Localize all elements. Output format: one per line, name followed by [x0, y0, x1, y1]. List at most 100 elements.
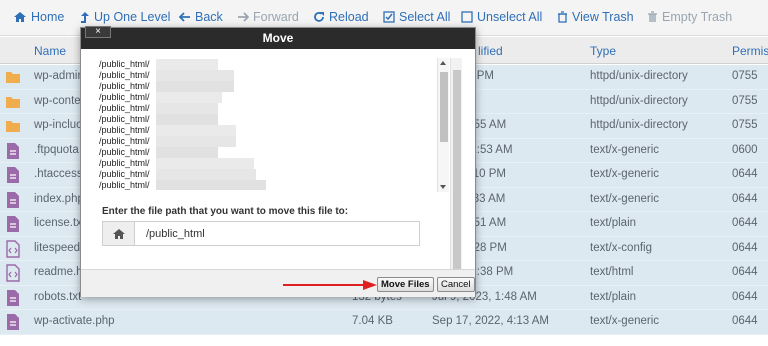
tree-item[interactable]: /public_html/	[99, 136, 451, 147]
tree-item[interactable]: /public_html/	[99, 114, 451, 125]
file-permissions: 0644	[732, 266, 758, 278]
file-permissions: 0600	[732, 143, 758, 156]
destination-path-input[interactable]	[136, 222, 419, 245]
tree-item[interactable]: /public_html/	[99, 125, 451, 136]
tree-item-label: /public_html/	[99, 81, 150, 91]
home-button[interactable]: Home	[13, 10, 64, 24]
file-icon	[7, 142, 19, 159]
tree-item[interactable]: /public_html/	[99, 59, 451, 70]
dialog-footer: Move Files Cancel	[81, 269, 475, 297]
scroll-down-icon[interactable]	[440, 185, 446, 189]
file-permissions: 0644	[732, 241, 758, 254]
trash-icon	[648, 11, 657, 22]
tree-item-label: /public_html/	[99, 103, 150, 113]
tree-item[interactable]: /public_html/	[99, 169, 451, 180]
select-all-button[interactable]: Select All	[383, 10, 450, 24]
cancel-button[interactable]: Cancel	[437, 277, 475, 292]
file-name: readme.h	[34, 266, 83, 278]
folder-icon	[6, 96, 20, 108]
dialog-scrollbar[interactable]	[450, 58, 462, 286]
file-permissions: 0644	[732, 315, 758, 327]
redacted-block	[156, 169, 256, 180]
table-row[interactable]: wp-activate.php 7.04 KB Sep 17, 2022, 4:13…	[0, 310, 768, 335]
redacted-block	[156, 103, 218, 114]
path-input-group	[102, 221, 420, 246]
empty-trash-button[interactable]: Empty Trash	[647, 10, 732, 24]
home-icon	[14, 12, 26, 22]
tree-item[interactable]: /public_html/	[99, 92, 451, 103]
tree-item-label: /public_html/	[99, 147, 150, 157]
file-name: wp-incluc	[34, 119, 82, 131]
file-permissions: 0755	[732, 70, 758, 82]
dialog-header: Move ×	[81, 26, 475, 49]
tree-item[interactable]: /public_html/	[99, 180, 451, 190]
file-type: text/plain	[590, 290, 637, 303]
tree-scrollbar[interactable]	[437, 58, 449, 192]
move-dialog: Move × /public_html//public_html//public…	[80, 26, 476, 297]
select-all-label: Select All	[399, 10, 451, 24]
arrow-left-icon	[179, 12, 190, 22]
arrow-right-icon	[238, 12, 249, 22]
code-file-icon	[6, 239, 20, 258]
file-icon	[7, 167, 19, 183]
view-trash-button[interactable]: View Trash	[557, 10, 634, 24]
file-name: wp-conte	[34, 94, 81, 107]
file-type: text/x-generic	[590, 168, 660, 180]
file-name: .htaccess	[34, 168, 83, 180]
level-up-icon	[81, 11, 89, 23]
file-type: httpd/unix-directory	[590, 70, 688, 82]
trash-icon	[558, 11, 567, 23]
tree-item[interactable]: /public_html/	[99, 147, 451, 158]
checkbox-checked-icon	[383, 11, 395, 23]
unselect-all-button[interactable]: Unselect All	[461, 10, 542, 24]
dialog-scroll-thumb[interactable]	[453, 70, 461, 270]
up-one-level-label: Up One Level	[94, 10, 171, 24]
column-header-modified[interactable]: lified	[478, 44, 503, 58]
forward-label: Forward	[253, 10, 299, 24]
file-type: text/x-generic	[590, 315, 660, 327]
file-modified: Sep 17, 2022, 4:13 AM	[432, 315, 550, 327]
redacted-block	[156, 158, 254, 169]
file-icon	[7, 314, 19, 330]
file-type: text/html	[590, 266, 634, 278]
forward-button[interactable]: Forward	[237, 10, 299, 24]
directory-tree[interactable]: /public_html//public_html//public_html//…	[99, 59, 451, 190]
close-button[interactable]: ×	[85, 26, 111, 38]
tree-scroll-thumb[interactable]	[440, 72, 448, 142]
tree-item-label: /public_html/	[99, 125, 150, 135]
tree-item[interactable]: /public_html/	[99, 158, 451, 169]
path-prompt: Enter the file path that you want to mov…	[102, 206, 349, 217]
annotation-arrow-icon	[283, 280, 377, 290]
up-one-level-button[interactable]: Up One Level	[80, 10, 170, 24]
file-icon	[7, 216, 19, 232]
redacted-block	[156, 92, 222, 103]
column-header-permissions[interactable]: Permis	[732, 44, 768, 58]
file-icon	[7, 289, 19, 306]
folder-icon	[6, 121, 20, 132]
move-files-button[interactable]: Move Files	[377, 277, 434, 292]
tree-item[interactable]: /public_html/	[99, 81, 451, 92]
code-file-icon	[6, 264, 20, 282]
file-size: 7.04 KB	[352, 315, 393, 327]
redacted-block	[156, 125, 236, 136]
back-label: Back	[195, 10, 223, 24]
dialog-title: Move	[262, 31, 294, 45]
file-name: wp-activate.php	[34, 315, 115, 327]
file-name: litespeed	[34, 241, 81, 254]
home-icon	[113, 229, 125, 239]
redacted-block	[156, 81, 234, 92]
reload-button[interactable]: Reload	[313, 10, 369, 24]
column-header-name[interactable]: Name	[34, 44, 66, 58]
file-name: license.tx	[34, 217, 82, 229]
redacted-block	[156, 59, 218, 70]
tree-item-label: /public_html/	[99, 92, 150, 102]
tree-item[interactable]: /public_html/	[99, 70, 451, 81]
file-manager: Home Up One Level Back Forward Reload Se…	[0, 0, 768, 346]
column-header-type[interactable]: Type	[590, 44, 616, 58]
unselect-all-label: Unselect All	[477, 10, 543, 24]
tree-item[interactable]: /public_html/	[99, 103, 451, 114]
checkbox-empty-icon	[461, 11, 473, 23]
folder-icon	[6, 72, 20, 83]
back-button[interactable]: Back	[179, 10, 223, 24]
scroll-up-icon[interactable]	[440, 61, 446, 65]
